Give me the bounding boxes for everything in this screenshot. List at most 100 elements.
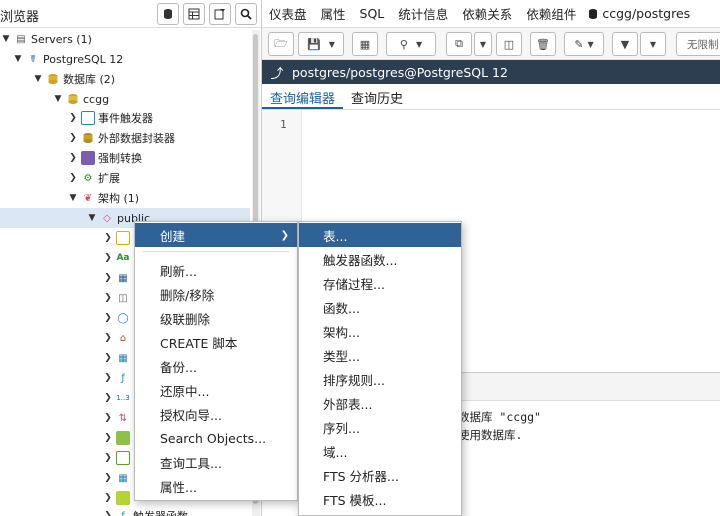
tree-item-server[interactable]: ▼ ☤ PostgreSQL 12 (0, 49, 250, 69)
menu-item-create-script[interactable]: CREATE 脚本 (135, 330, 297, 354)
submenu-item-procedure[interactable]: 存储过程... (299, 271, 461, 295)
tree-item-trigger-functions[interactable]: ❯ ƒ 触发器函数 (0, 506, 250, 516)
servers-icon: ▤ (16, 33, 26, 45)
tab-query-history[interactable]: 查询历史 (343, 84, 411, 109)
schemas-icon: ❦ (83, 192, 93, 204)
chevron-down-icon[interactable]: ▼ (12, 54, 24, 64)
paste-button[interactable]: ◫ (496, 32, 522, 56)
tab-dependents[interactable]: 依赖组件 (519, 4, 583, 23)
create-submenu: 表... 触发器函数... 存储过程... 函数... 架构... 类型... … (298, 221, 462, 516)
filter-button[interactable]: ▼ (612, 32, 638, 56)
submenu-item-collation[interactable]: 排序规则... (299, 367, 461, 391)
chevron-right-icon[interactable]: ❯ (102, 253, 114, 263)
chevron-right-icon[interactable]: ❯ (102, 473, 114, 483)
chevron-down-icon[interactable]: ▼ (32, 74, 44, 84)
submenu-item-schema[interactable]: 架构... (299, 319, 461, 343)
search-icon[interactable] (235, 3, 257, 25)
submenu-item-foreign-table[interactable]: 外部表... (299, 391, 461, 415)
line-number: 1 (280, 118, 287, 131)
menu-item-search-objects[interactable]: Search Objects... (135, 426, 297, 450)
search-icon: ⚲ (399, 37, 408, 51)
open-file-button[interactable]: 🗁 (268, 32, 294, 56)
extension-icon: ⚙ (83, 172, 93, 184)
tab-query-tool[interactable]: ccgg/postgres (583, 6, 697, 21)
tree-item-database[interactable]: ▼ ccgg (0, 89, 250, 109)
filter-dropdown-button[interactable]: ▼ (640, 32, 666, 56)
menu-item-create[interactable]: 创建 ❯ (135, 223, 297, 247)
database-icon[interactable] (157, 3, 179, 25)
foreign-table-icon: ▦ (118, 352, 128, 364)
tree-item-servers[interactable]: ▼ ▤ Servers (1) (0, 29, 250, 49)
submenu-item-trigger-function[interactable]: 触发器函数... (299, 247, 461, 271)
edit-grid-button[interactable]: ▦ (352, 32, 378, 56)
tree-item-label: 架构 (1) (98, 192, 140, 205)
menu-item-backup[interactable]: 备份... (135, 354, 297, 378)
tab-sql[interactable]: SQL (353, 6, 392, 21)
menu-item-properties[interactable]: 属性... (135, 474, 297, 498)
chevron-right-icon[interactable]: ❯ (102, 373, 114, 383)
menu-item-delete[interactable]: 删除/移除 (135, 282, 297, 306)
tree-item-extensions[interactable]: ❯ ⚙ 扩展 (0, 168, 250, 188)
submenu-item-function[interactable]: 函数... (299, 295, 461, 319)
chevron-down-icon[interactable]: ▼ (52, 94, 64, 104)
copy-button[interactable]: ⧉ (446, 32, 472, 56)
tab-query-editor[interactable]: 查询编辑器 (262, 84, 344, 109)
menu-item-drop-cascade[interactable]: 级联删除 (135, 306, 297, 330)
chevron-down-icon[interactable]: ▼ (0, 34, 12, 44)
paste-icon: ◫ (503, 37, 515, 51)
grid-icon: ▦ (359, 37, 371, 51)
chevron-right-icon[interactable]: ❯ (67, 133, 79, 143)
tab-statistics[interactable]: 统计信息 (391, 4, 455, 23)
menu-item-restore[interactable]: 还原中... (135, 378, 297, 402)
chevron-right-icon[interactable]: ❯ (67, 153, 79, 163)
chevron-right-icon[interactable]: ❯ (102, 393, 114, 403)
menu-item-query-tool[interactable]: 查询工具... (135, 450, 297, 474)
chevron-down-icon[interactable]: ▼ (67, 193, 79, 203)
tree-item-databases[interactable]: ▼ 数据库 (2) (0, 69, 250, 89)
chevron-right-icon[interactable]: ❯ (102, 293, 114, 303)
save-button[interactable]: 💾 ▼ (298, 32, 344, 56)
find-button[interactable]: ⚲ ▼ (386, 32, 436, 56)
chevron-right-icon[interactable]: ❯ (102, 453, 114, 463)
tab-properties[interactable]: 属性 (314, 4, 353, 23)
menu-item-grant-wizard[interactable]: 授权向导... (135, 402, 297, 426)
tree-item-fdw[interactable]: ❯ 外部数据封装器 (0, 128, 250, 148)
edit-button[interactable]: ✎ ▼ (564, 32, 604, 56)
message-line: 数据库 "ccgg" (458, 410, 541, 424)
filter-table-icon[interactable] (209, 3, 231, 25)
submenu-item-type[interactable]: 类型... (299, 343, 461, 367)
delete-button[interactable]: 🗑 (530, 32, 556, 56)
tab-dashboard[interactable]: 仪表盘 (262, 4, 314, 23)
submenu-item-table[interactable]: 表... (299, 223, 461, 247)
table-icon[interactable] (183, 3, 205, 25)
chevron-right-icon[interactable]: ❯ (102, 313, 114, 323)
edit-icon: ✎ (574, 37, 584, 51)
menu-item-refresh[interactable]: 刷新... (135, 258, 297, 282)
copy-dropdown-button[interactable]: ▼ (474, 32, 492, 56)
submenu-item-sequence[interactable]: 序列... (299, 415, 461, 439)
submenu-item-fts-template[interactable]: FTS 模板... (299, 487, 461, 511)
collation-icon (116, 231, 130, 245)
chevron-right-icon[interactable]: ❯ (102, 353, 114, 363)
chevron-right-icon[interactable]: ❯ (102, 273, 114, 283)
chevron-right-icon[interactable]: ❯ (102, 413, 114, 423)
submenu-item-domain[interactable]: 域... (299, 439, 461, 463)
tab-dependencies[interactable]: 依赖关系 (455, 4, 519, 23)
tree-item-event-triggers[interactable]: ❯ 事件触发器 (0, 108, 250, 128)
elephant-icon: ☤ (29, 53, 37, 65)
connection-bar[interactable]: ⤴ postgres/postgres@PostgreSQL 12 (262, 60, 720, 84)
chevron-down-icon[interactable]: ▼ (86, 213, 98, 223)
row-limit-select[interactable]: 无限制 (676, 32, 720, 56)
connection-icon: ⤴ (270, 66, 284, 82)
chevron-right-icon[interactable]: ❯ (102, 511, 114, 516)
tree-item-casts[interactable]: ❯ 强制转换 (0, 148, 250, 168)
chevron-right-icon[interactable]: ❯ (102, 333, 114, 343)
chevron-right-icon[interactable]: ❯ (67, 173, 79, 183)
chevron-right-icon[interactable]: ❯ (102, 493, 114, 503)
chevron-right-icon[interactable]: ❯ (102, 433, 114, 443)
trigger-function-icon (116, 491, 130, 505)
tree-item-schemas[interactable]: ▼ ❦ 架构 (1) (0, 188, 250, 208)
submenu-item-fts-parser[interactable]: FTS 分析器... (299, 463, 461, 487)
chevron-right-icon[interactable]: ❯ (102, 233, 114, 243)
chevron-right-icon[interactable]: ❯ (67, 113, 79, 123)
